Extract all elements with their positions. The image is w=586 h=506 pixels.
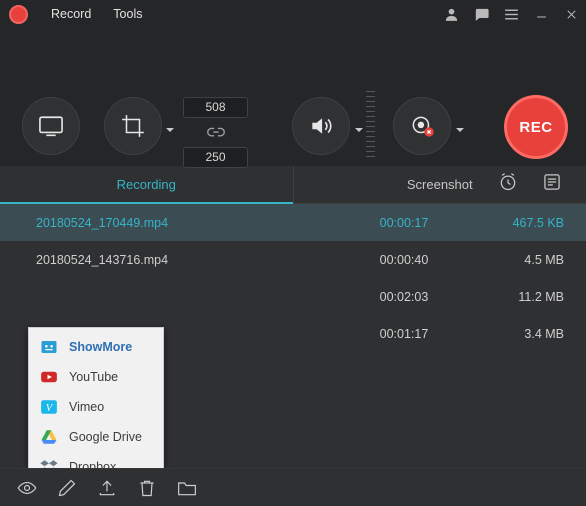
share-item-label: Vimeo (69, 400, 105, 414)
file-size: 4.5 MB (524, 252, 564, 267)
slider-tick (366, 91, 375, 92)
menu-record[interactable]: Record (40, 0, 102, 29)
share-item-dropbox[interactable]: Dropbox (29, 452, 163, 468)
slider-tick (366, 106, 375, 107)
menu-tools[interactable]: Tools (102, 0, 153, 29)
file-duration: 00:00:40 (379, 252, 429, 267)
youtube-icon (39, 367, 59, 387)
screen-capture-button[interactable] (22, 97, 80, 155)
file-duration: 00:02:03 (379, 289, 429, 304)
task-list-icon[interactable] (542, 172, 564, 194)
lock-aspect-ratio-icon[interactable] (205, 122, 227, 144)
preview-icon[interactable] (16, 477, 38, 499)
slider-tick (366, 131, 375, 132)
account-icon[interactable] (436, 0, 466, 29)
webcam-dropdown-caret-icon[interactable] (456, 128, 464, 132)
open-folder-icon[interactable] (176, 477, 198, 499)
slider-tick (366, 111, 375, 112)
showmore-icon (39, 337, 59, 357)
share-item-youtube[interactable]: YouTube (29, 362, 163, 392)
slider-tick (366, 96, 375, 97)
slider-tick (366, 151, 375, 152)
delete-icon[interactable] (136, 477, 158, 499)
file-name: 20180524_143716.mp4 (36, 252, 169, 267)
file-duration: 00:01:17 (379, 326, 429, 341)
share-item-label: Google Drive (69, 430, 142, 444)
share-item-label: YouTube (69, 370, 119, 384)
close-icon[interactable] (556, 0, 586, 29)
table-row[interactable]: 00:02:03 11.2 MB (0, 278, 586, 315)
dropbox-icon (39, 457, 59, 468)
vimeo-icon: V (39, 397, 59, 417)
file-name: 20180524_170449.mp4 (36, 215, 169, 230)
file-size: 11.2 MB (518, 289, 564, 304)
app-window: Record Tools 508 250 REC Recording Scree… (0, 0, 586, 506)
minimize-icon[interactable] (526, 0, 556, 29)
slider-tick (366, 156, 375, 157)
slider-tick (366, 146, 375, 147)
hamburger-menu-icon[interactable] (496, 0, 526, 29)
title-bar: Record Tools (0, 0, 586, 29)
table-row[interactable]: 20180524_143716.mp4 00:00:40 4.5 MB (0, 241, 586, 278)
bottom-action-bar (0, 468, 586, 506)
share-item-vimeo[interactable]: V Vimeo (29, 392, 163, 422)
share-item-label: ShowMore (69, 340, 133, 354)
share-item-showmore[interactable]: ShowMore (29, 332, 163, 362)
schedule-timer-icon[interactable] (498, 172, 520, 194)
volume-slider[interactable] (366, 91, 376, 163)
file-list: 20180524_170449.mp4 00:00:17 467.5 KB 20… (0, 204, 586, 468)
share-item-label: Dropbox (69, 460, 117, 468)
google-drive-icon (39, 427, 59, 447)
slider-tick (366, 141, 375, 142)
tab-recording[interactable]: Recording (0, 166, 293, 204)
table-row[interactable]: 20180524_170449.mp4 00:00:17 467.5 KB (0, 204, 586, 241)
slider-tick (366, 101, 375, 102)
crop-dropdown-caret-icon[interactable] (166, 128, 174, 132)
slider-tick (366, 121, 375, 122)
share-dropdown-menu: ShowMore YouTube V Vimeo Google Drive Dr… (28, 327, 164, 468)
feedback-icon[interactable] (466, 0, 496, 29)
slider-tick (366, 126, 375, 127)
title-bar-right-icons (436, 0, 586, 29)
file-size: 467.5 KB (512, 215, 564, 230)
file-size: 3.4 MB (524, 326, 564, 341)
audio-dropdown-caret-icon[interactable] (355, 128, 363, 132)
share-item-google-drive[interactable]: Google Drive (29, 422, 163, 452)
height-input[interactable]: 250 (183, 147, 248, 168)
crop-region-button[interactable] (104, 97, 162, 155)
record-button[interactable]: REC (504, 95, 568, 159)
system-audio-button[interactable] (292, 97, 350, 155)
record-indicator-icon (9, 5, 28, 24)
slider-tick (366, 136, 375, 137)
main-toolbar: 508 250 REC (0, 29, 586, 191)
upload-icon[interactable] (96, 477, 118, 499)
file-duration: 00:00:17 (379, 215, 429, 230)
edit-icon[interactable] (56, 477, 78, 499)
webcam-button[interactable] (393, 97, 451, 155)
width-input[interactable]: 508 (183, 97, 248, 118)
slider-tick (366, 116, 375, 117)
